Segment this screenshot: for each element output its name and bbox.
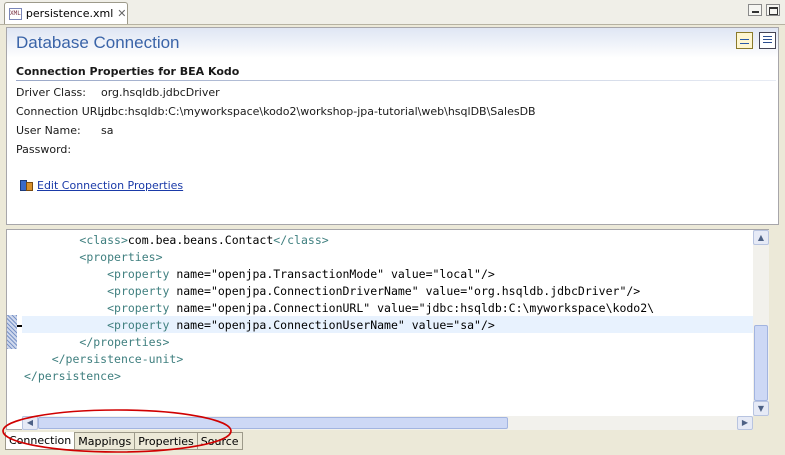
form-header: Database Connection <box>7 28 778 58</box>
tab-connection[interactable]: Connection <box>5 432 76 450</box>
page-title: Database Connection <box>16 33 180 52</box>
user-name-value: sa <box>101 124 114 137</box>
scroll-down-icon[interactable]: ▼ <box>753 401 769 416</box>
edit-connection-properties-link[interactable]: Edit Connection Properties <box>19 178 183 192</box>
minimize-button[interactable] <box>748 4 762 16</box>
horizontal-scrollbar[interactable]: ◀ ▶ <box>22 416 753 430</box>
scrollbar-corner <box>753 416 769 430</box>
editor-tab-label: persistence.xml <box>25 7 114 20</box>
code-line[interactable]: <property name="openjpa.TransactionMode"… <box>24 266 753 283</box>
code-line[interactable]: <property name="openjpa.ConnectionURL" v… <box>24 300 753 317</box>
editor-page-tabs: Connection Mappings Properties Source <box>5 432 243 450</box>
editor-gutter <box>7 230 22 416</box>
code-line[interactable]: <property name="openjpa.ConnectionUserNa… <box>24 317 753 334</box>
scroll-left-icon[interactable]: ◀ <box>22 416 38 430</box>
edit-connection-properties-label[interactable]: Edit Connection Properties <box>37 179 183 192</box>
code-line[interactable]: <class>com.bea.beans.Contact</class> <box>24 232 753 249</box>
connection-url-value: jdbc:hsqldb:C:\myworkspace\kodo2\worksho… <box>101 105 536 118</box>
outline-icon[interactable] <box>759 32 776 49</box>
tab-mappings[interactable]: Mappings <box>75 432 136 450</box>
toggle-view-icon[interactable] <box>736 32 753 49</box>
database-edit-icon <box>19 178 33 192</box>
code-line[interactable]: </persistence-unit> <box>24 351 753 368</box>
code-text[interactable]: <class>com.bea.beans.Contact</class> <pr… <box>24 232 753 402</box>
code-line[interactable]: <properties> <box>24 249 753 266</box>
editor-tab-bar: XML persistence.xml ✕ <box>0 0 785 25</box>
driver-class-value: org.hsqldb.jdbcDriver <box>101 86 220 99</box>
horizontal-scroll-thumb[interactable] <box>38 417 508 429</box>
code-line[interactable]: </persistence> <box>24 368 753 385</box>
change-marker <box>7 315 17 349</box>
scroll-up-icon[interactable]: ▲ <box>753 230 769 245</box>
tab-properties[interactable]: Properties <box>135 432 198 450</box>
connection-form-panel: Database Connection Connection Propertie… <box>6 27 779 225</box>
maximize-button[interactable] <box>766 4 780 16</box>
driver-class-label: Driver Class: <box>16 86 86 99</box>
vertical-scroll-thumb[interactable] <box>754 325 768 401</box>
source-editor[interactable]: <class>com.bea.beans.Contact</class> <pr… <box>6 229 769 430</box>
xml-file-icon: XML <box>9 7 22 20</box>
section-divider <box>16 80 776 81</box>
vertical-scrollbar[interactable]: ▲ ▼ <box>753 230 769 416</box>
editor-tab-persistence-xml[interactable]: XML persistence.xml ✕ <box>4 2 128 24</box>
code-line[interactable]: <property name="openjpa.ConnectionDriver… <box>24 283 753 300</box>
tab-source[interactable]: Source <box>197 432 243 450</box>
close-icon[interactable]: ✕ <box>117 7 126 20</box>
section-title: Connection Properties for BEA Kodo <box>16 65 240 78</box>
user-name-label: User Name: <box>16 124 81 137</box>
code-line[interactable]: </properties> <box>24 334 753 351</box>
password-label: Password: <box>16 143 72 156</box>
scroll-right-icon[interactable]: ▶ <box>737 416 753 430</box>
connection-url-label: Connection URL: <box>16 105 108 118</box>
